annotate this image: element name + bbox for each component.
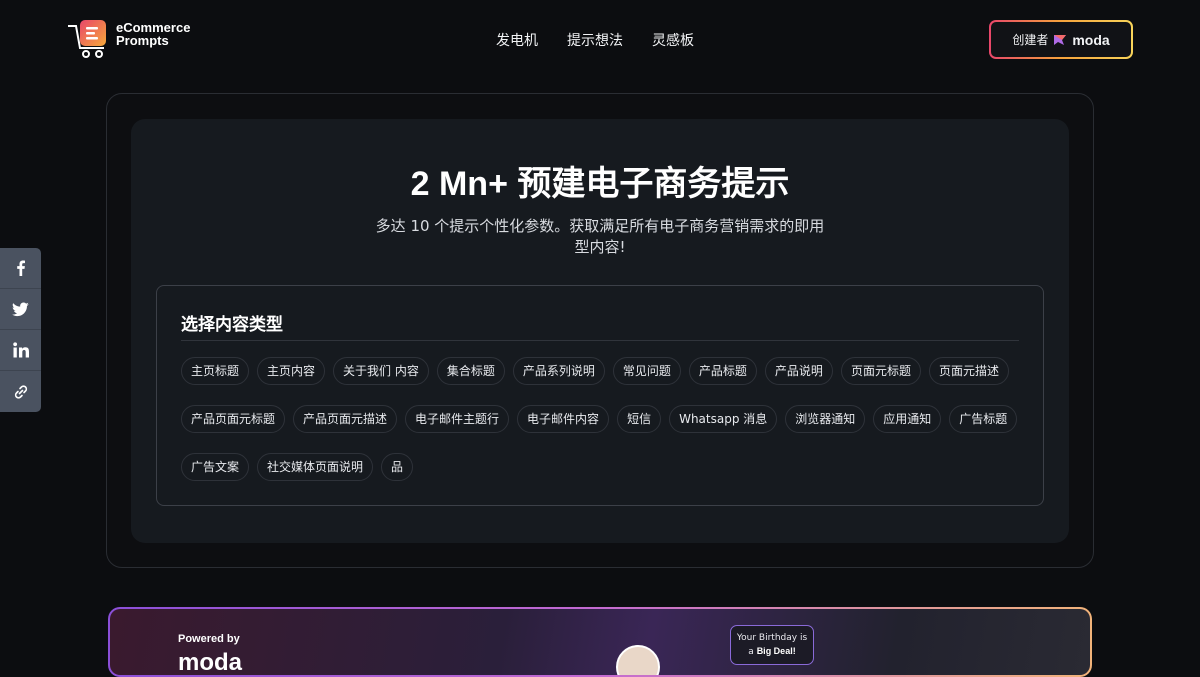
tag-page-meta-title[interactable]: 页面元标题	[841, 357, 921, 385]
tag-social-media-page-description[interactable]: 社交媒体页面说明	[257, 453, 373, 481]
bubble-line-1: Your Birthday is	[731, 632, 813, 645]
tag-collection-title[interactable]: 集合标题	[437, 357, 505, 385]
tag-about-us-content[interactable]: 关于我们 内容	[333, 357, 429, 385]
share-facebook-button[interactable]	[0, 248, 41, 289]
tag-product-description[interactable]: 产品说明	[765, 357, 833, 385]
page-subtitle: 多达 10 个提示个性化参数。获取满足所有电子商务营销需求的即用型内容!	[370, 216, 830, 258]
share-linkedin-button[interactable]	[0, 330, 41, 371]
logo-line-2: Prompts	[116, 34, 190, 47]
nav-inspiration-board[interactable]: 灵感板	[652, 30, 694, 50]
tag-app-notification[interactable]: 应用通知	[873, 405, 941, 433]
tag-ad-copy[interactable]: 广告文案	[181, 453, 249, 481]
logo-wordmark: eCommerce Prompts	[116, 21, 190, 47]
tag-email-content[interactable]: 电子邮件内容	[517, 405, 609, 433]
bubble-prefix: a	[748, 647, 754, 657]
tag-whatsapp-message[interactable]: Whatsapp 消息	[669, 405, 777, 433]
ecommerce-prompts-logo[interactable]: eCommerce Prompts	[66, 18, 206, 60]
bubble-highlight: Big Deal!	[757, 646, 796, 656]
content-type-tag-list: 主页标题 主页内容 关于我们 内容 集合标题 产品系列说明 常见问题 产品标题 …	[181, 357, 1031, 481]
twitter-icon	[12, 302, 29, 317]
nav-prompt-ideas[interactable]: 提示想法	[567, 30, 623, 50]
tag-ad-title[interactable]: 广告标题	[949, 405, 1017, 433]
moda-logo-icon	[1053, 34, 1067, 46]
powered-by-label: Powered by	[178, 633, 240, 645]
tag-brand[interactable]: 品	[381, 453, 413, 481]
tag-browser-notification[interactable]: 浏览器通知	[785, 405, 865, 433]
share-twitter-button[interactable]	[0, 289, 41, 330]
created-by-moda-button[interactable]: 创建者 moda	[989, 20, 1133, 59]
top-navigation-bar: eCommerce Prompts 发电机 提示想法 灵感板 创建者 moda	[0, 0, 1200, 78]
tag-homepage-content[interactable]: 主页内容	[257, 357, 325, 385]
shopping-cart-logo-icon	[66, 18, 112, 60]
moda-brand-label: moda	[1072, 32, 1109, 48]
content-type-title: 选择内容类型	[181, 310, 283, 335]
promo-message-bubble: Your Birthday is a Big Deal!	[730, 625, 814, 665]
moda-promo-banner[interactable]: Powered by moda Your Birthday is a Big D…	[108, 607, 1092, 677]
tag-sms[interactable]: 短信	[617, 405, 661, 433]
linkedin-icon	[13, 342, 29, 358]
promo-moda-logo: moda	[178, 649, 242, 677]
tag-product-title[interactable]: 产品标题	[689, 357, 757, 385]
facebook-icon	[13, 260, 29, 276]
created-by-label: 创建者	[1012, 31, 1048, 48]
link-icon	[13, 384, 29, 400]
copy-link-button[interactable]	[0, 371, 41, 412]
tag-page-meta-description[interactable]: 页面元描述	[929, 357, 1009, 385]
content-type-divider	[181, 340, 1019, 341]
promo-person-avatar	[616, 645, 660, 677]
main-nav: 发电机 提示想法 灵感板	[496, 30, 694, 50]
tag-homepage-title[interactable]: 主页标题	[181, 357, 249, 385]
tag-email-subject-line[interactable]: 电子邮件主题行	[405, 405, 509, 433]
nav-generator[interactable]: 发电机	[496, 30, 538, 50]
tag-product-page-meta-description[interactable]: 产品页面元描述	[293, 405, 397, 433]
bubble-line-2: a Big Deal!	[731, 645, 813, 659]
tag-collection-description[interactable]: 产品系列说明	[513, 357, 605, 385]
tag-faq[interactable]: 常见问题	[613, 357, 681, 385]
social-share-sidebar	[0, 248, 41, 412]
page-title: 2 Mn+ 预建电子商务提示	[0, 156, 1200, 205]
tag-product-page-meta-title[interactable]: 产品页面元标题	[181, 405, 285, 433]
